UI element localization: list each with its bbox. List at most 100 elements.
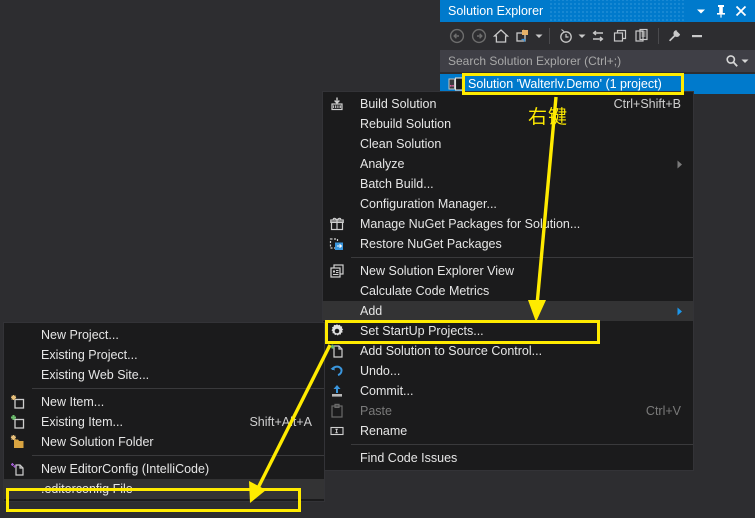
menu-item-label: New Project... xyxy=(41,328,119,342)
submenu-item-new-solution-folder[interactable]: New Solution Folder xyxy=(4,432,324,452)
pin-icon[interactable] xyxy=(711,0,731,22)
submenu-item-new-item[interactable]: New Item... xyxy=(4,392,324,412)
commit-icon xyxy=(323,381,351,401)
context-menu: Build Solution Ctrl+Shift+B Rebuild Solu… xyxy=(322,91,694,471)
forward-icon[interactable] xyxy=(468,25,490,47)
menu-item-shortcut: Ctrl+Shift+B xyxy=(613,97,681,111)
new-item-icon xyxy=(4,392,32,412)
menu-item-new-solution-explorer-view[interactable]: New Solution Explorer View xyxy=(323,261,693,281)
menu-item-clean-solution[interactable]: Clean Solution xyxy=(323,134,693,154)
solution-explorer-title-bar: Solution Explorer xyxy=(440,0,755,22)
submenu-separator xyxy=(32,388,324,389)
nuget-icon xyxy=(323,214,351,234)
menu-item-icon-slot xyxy=(4,345,32,365)
menu-item-add[interactable]: Add xyxy=(323,301,693,321)
menu-item-icon-slot xyxy=(4,365,32,385)
menu-item-manage-nuget-packages[interactable]: Manage NuGet Packages for Solution... xyxy=(323,214,693,234)
menu-item-label: Calculate Code Metrics xyxy=(360,284,490,298)
menu-item-label: Rebuild Solution xyxy=(360,117,452,131)
menu-item-build-solution[interactable]: Build Solution Ctrl+Shift+B xyxy=(323,94,693,114)
new-solution-folder-icon xyxy=(4,432,32,452)
pending-changes-caret-icon[interactable] xyxy=(534,25,544,47)
menu-item-commit[interactable]: Commit... xyxy=(323,381,693,401)
search-input[interactable]: Search Solution Explorer (Ctrl+;) xyxy=(440,50,755,72)
gear-icon xyxy=(323,321,351,341)
menu-item-label: New Solution Folder xyxy=(41,435,154,449)
menu-item-icon-slot xyxy=(323,194,351,214)
menu-item-label: Add Solution to Source Control... xyxy=(360,344,543,358)
menu-item-add-solution-to-source-control[interactable]: Add Solution to Source Control... xyxy=(323,341,693,361)
menu-item-label: Paste xyxy=(360,404,392,418)
menu-item-find-code-issues[interactable]: Find Code Issues xyxy=(323,448,693,468)
solution-explorer-title: Solution Explorer xyxy=(448,4,544,18)
solution-node-label: Solution 'Walterlv.Demo' (1 project) xyxy=(468,77,662,91)
screenshot-root: Solution Explorer Search Solution Explor… xyxy=(0,0,755,518)
menu-item-restore-nuget-packages[interactable]: Restore NuGet Packages xyxy=(323,234,693,254)
properties-icon[interactable] xyxy=(664,25,686,47)
menu-item-icon-slot xyxy=(323,174,351,194)
rename-icon xyxy=(323,421,351,441)
toggle-preview-caret-icon[interactable] xyxy=(577,25,587,47)
chevron-down-icon[interactable] xyxy=(691,0,711,22)
submenu-item-existing-project[interactable]: Existing Project... xyxy=(4,345,324,365)
submenu-item-existing-item[interactable]: Existing Item... Shift+Alt+A xyxy=(4,412,324,432)
menu-item-icon-slot xyxy=(323,448,351,468)
toolbar-separator-2 xyxy=(658,28,659,44)
submenu-item-new-editorconfig-intellicode[interactable]: New EditorConfig (IntelliCode) xyxy=(4,459,324,479)
submenu-item-new-project[interactable]: New Project... xyxy=(4,325,324,345)
menu-item-icon-slot xyxy=(4,325,32,345)
toolbar-separator xyxy=(549,28,550,44)
menu-item-icon-slot xyxy=(4,479,32,499)
title-drag-dots xyxy=(549,0,685,22)
sync-with-active-document-icon[interactable] xyxy=(587,25,609,47)
submenu-separator xyxy=(32,455,324,456)
undo-icon xyxy=(323,361,351,381)
search-icon[interactable] xyxy=(725,54,739,68)
menu-item-label: Batch Build... xyxy=(360,177,434,191)
menu-item-label: Existing Web Site... xyxy=(41,368,150,382)
home-icon[interactable] xyxy=(490,25,512,47)
menu-item-analyze[interactable]: Analyze xyxy=(323,154,693,174)
menu-item-label: Add xyxy=(360,304,383,318)
paste-icon xyxy=(323,401,351,421)
menu-item-label: New EditorConfig (IntelliCode) xyxy=(41,462,210,476)
menu-item-label: Restore NuGet Packages xyxy=(360,237,502,251)
menu-item-undo[interactable]: Undo... xyxy=(323,361,693,381)
toggle-preview-icon[interactable] xyxy=(555,25,577,47)
menu-item-label: New Solution Explorer View xyxy=(360,264,515,278)
menu-item-icon-slot xyxy=(323,154,351,174)
refresh-icon[interactable] xyxy=(609,25,631,47)
menu-item-icon-slot xyxy=(323,301,351,321)
menu-item-set-startup-projects[interactable]: Set StartUp Projects... xyxy=(323,321,693,341)
menu-item-rename[interactable]: Rename xyxy=(323,421,693,441)
menu-item-shortcut: Shift+Alt+A xyxy=(249,415,312,429)
show-all-files-icon[interactable] xyxy=(631,25,653,47)
menu-item-calculate-code-metrics[interactable]: Calculate Code Metrics xyxy=(323,281,693,301)
new-view-icon xyxy=(323,261,351,281)
search-placeholder: Search Solution Explorer (Ctrl+;) xyxy=(448,54,622,68)
submenu-item-editorconfig-file[interactable]: .editorconfig File xyxy=(4,479,324,499)
menu-item-label: Find Code Issues xyxy=(360,451,458,465)
solution-icon xyxy=(448,76,464,92)
menu-separator xyxy=(351,444,693,445)
menu-item-label: Clean Solution xyxy=(360,137,442,151)
menu-item-configuration-manager[interactable]: Configuration Manager... xyxy=(323,194,693,214)
menu-item-label: Build Solution xyxy=(360,97,437,111)
menu-item-rebuild-solution[interactable]: Rebuild Solution xyxy=(323,114,693,134)
close-icon[interactable] xyxy=(731,0,755,22)
menu-item-label: Manage NuGet Packages for Solution... xyxy=(360,217,581,231)
menu-separator xyxy=(351,257,693,258)
existing-item-icon xyxy=(4,412,32,432)
menu-item-paste: Paste Ctrl+V xyxy=(323,401,693,421)
collapse-all-icon[interactable] xyxy=(686,25,708,47)
pending-changes-filter-icon[interactable] xyxy=(512,25,534,47)
menu-item-shortcut: Ctrl+V xyxy=(645,404,681,418)
submenu-arrow-icon xyxy=(677,307,693,316)
right-click-annotation-label: 右键 xyxy=(528,106,569,128)
back-icon[interactable] xyxy=(446,25,468,47)
search-caret-icon[interactable] xyxy=(741,58,749,64)
menu-item-label: New Item... xyxy=(41,395,105,409)
submenu-item-existing-web-site[interactable]: Existing Web Site... xyxy=(4,365,324,385)
menu-item-icon-slot xyxy=(323,114,351,134)
menu-item-batch-build[interactable]: Batch Build... xyxy=(323,174,693,194)
